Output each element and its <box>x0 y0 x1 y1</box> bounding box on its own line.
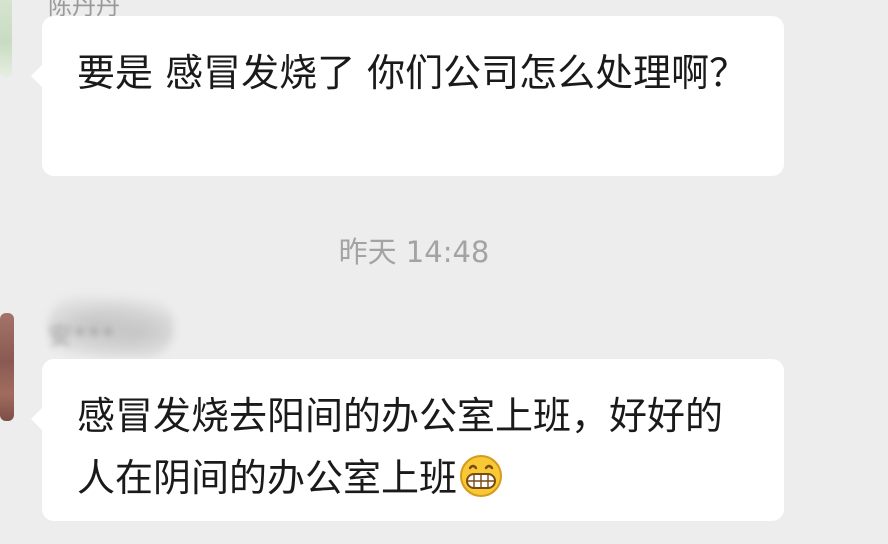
message-timestamp: 昨天 14:48 <box>338 235 490 269</box>
message-bubble[interactable]: 感冒发烧去阳间的办公室上班，好好的人在阴间的办公室上班 <box>31 359 784 521</box>
avatar[interactable] <box>0 313 14 421</box>
message-text: 要是 感冒发烧了 你们公司怎么处理啊？ <box>77 51 748 95</box>
grinning-face-emoji-icon <box>460 455 503 497</box>
message-text: 感冒发烧去阳间的办公室上班，好好的人在阴间的办公室上班 <box>77 394 724 500</box>
sender-name: 安*** <box>48 322 116 350</box>
message-bubble[interactable]: 要是 感冒发烧了 你们公司怎么处理啊？ <box>31 16 784 176</box>
avatar[interactable] <box>0 0 12 78</box>
